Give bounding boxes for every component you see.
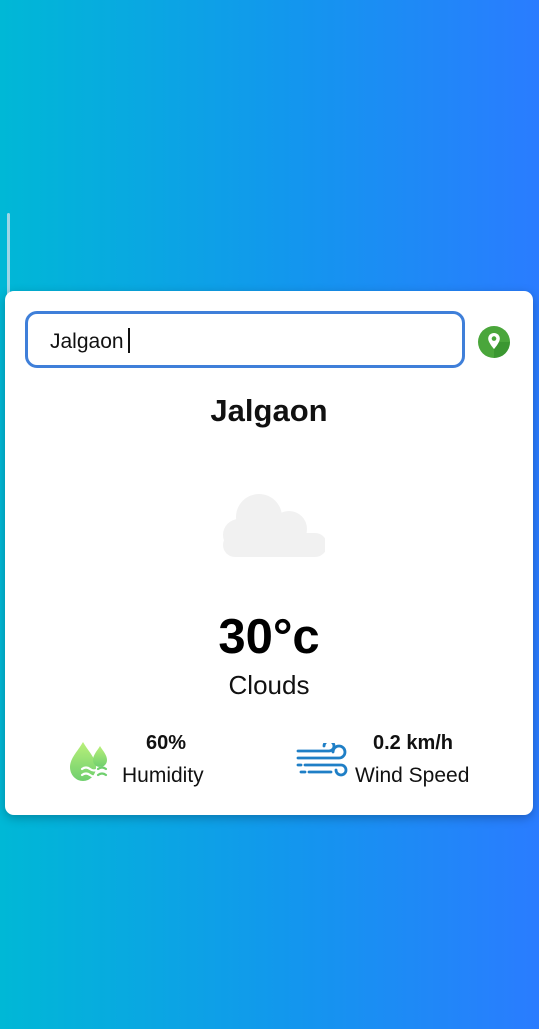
text-caret [127,328,130,353]
wind-icon [296,743,348,777]
humidity-drops-icon [70,742,108,781]
search-box[interactable]: Jalgaon [25,311,465,368]
search-input-value[interactable]: Jalgaon [50,328,130,354]
search-text: Jalgaon [50,330,124,353]
humidity-value: 60% [145,732,187,754]
weather-card: Jalgaon Jalgaon 30°c Clouds 60% Humidity… [5,291,533,815]
location-button[interactable] [477,325,511,359]
temperature: 30°c [218,610,320,664]
wind-speed-value: 0.2 km/h [372,732,454,754]
weather-condition: Clouds [228,670,310,700]
humidity-label: Humidity [122,764,204,787]
wind-speed-label: Wind Speed [355,764,470,787]
map-pin-icon [478,326,510,358]
cloud-icon [223,494,325,557]
city-name: Jalgaon [210,393,328,428]
